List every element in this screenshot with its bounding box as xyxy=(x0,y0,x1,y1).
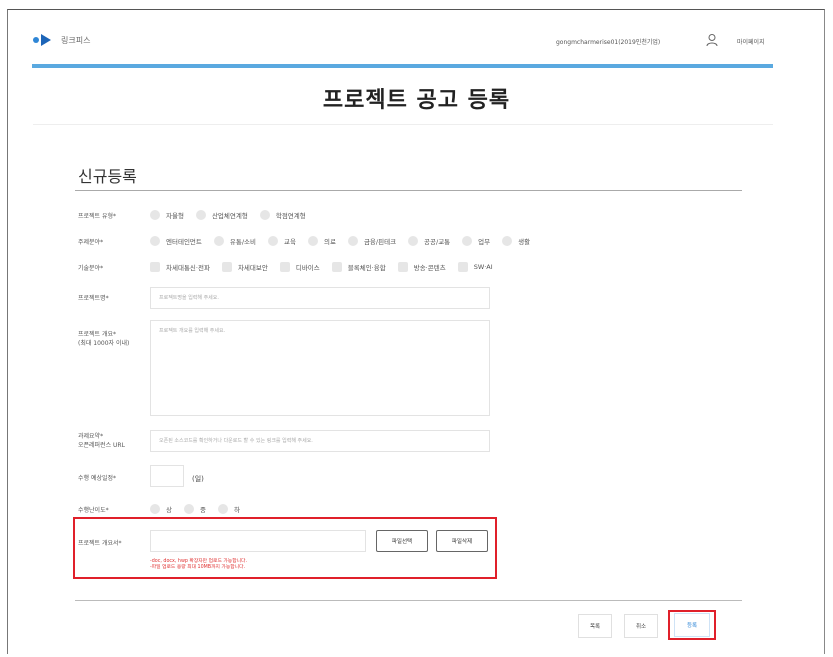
radio-icon[interactable] xyxy=(259,210,270,220)
theme-option[interactable]: 교육 xyxy=(268,236,296,246)
tech-option[interactable]: SW·AI xyxy=(457,262,493,272)
radio-icon[interactable] xyxy=(183,504,194,514)
difficulty-radio-group: 상 중 하 xyxy=(150,504,252,514)
footer-divider xyxy=(75,600,742,601)
theme-option[interactable]: 업무 xyxy=(462,236,490,246)
ref-url-input[interactable]: 오픈된 소스코드를 확인하거나 다운로드 할 수 있는 링크를 입력해 주세요. xyxy=(150,430,490,452)
submit-button-label: 등록 xyxy=(674,613,710,637)
section-title: 신규등록 xyxy=(78,167,137,186)
ref-url-label: 과제요약* 오픈레퍼런스 URL xyxy=(78,433,125,449)
radio-icon[interactable] xyxy=(195,210,206,220)
list-button[interactable]: 목록 xyxy=(578,614,612,638)
theme-option[interactable]: 금융/핀테크 xyxy=(347,236,396,246)
project-type-radio-group: 자율형 산업체연계형 학점연계형 xyxy=(150,210,318,220)
logo-icon xyxy=(33,33,55,47)
radio-icon[interactable] xyxy=(217,504,228,514)
radio-icon[interactable] xyxy=(408,236,419,246)
file-delete-button[interactable]: 파일삭제 xyxy=(436,530,488,552)
file-select-button[interactable]: 파일선택 xyxy=(376,530,428,552)
duration-unit: (일) xyxy=(192,475,204,483)
theme-option[interactable]: 유통/소비 xyxy=(213,236,256,246)
tech-option[interactable]: 블록체인·융합 xyxy=(331,262,386,272)
difficulty-option[interactable]: 상 xyxy=(150,504,172,514)
project-type-option[interactable]: 자율형 xyxy=(150,210,184,220)
submit-button[interactable]: 등록 xyxy=(668,610,716,640)
user-icon[interactable] xyxy=(705,33,719,47)
attachment-filename-field xyxy=(150,530,366,552)
project-type-option[interactable]: 학점연계형 xyxy=(259,210,306,220)
theme-radio-group: 엔터테인먼트 유통/소비 교육 의료 금융/핀테크 공공/교통 업무 생활 xyxy=(150,236,542,246)
theme-option[interactable]: 공공/교통 xyxy=(408,236,450,246)
mypage-link[interactable]: 마이페이지 xyxy=(737,37,765,46)
tech-checkbox-group: 차세대통신·전파 차세대보안 디바이스 블록체인·융합 방송·콘텐츠 SW·AI xyxy=(150,262,505,272)
radio-icon[interactable] xyxy=(268,236,279,246)
project-name-label: 프로젝트명* xyxy=(78,295,109,302)
tech-option[interactable]: 방송·콘텐츠 xyxy=(397,262,446,272)
radio-icon[interactable] xyxy=(307,236,318,246)
section-divider xyxy=(75,190,742,191)
theme-option[interactable]: 의료 xyxy=(307,236,336,246)
difficulty-option[interactable]: 중 xyxy=(183,504,206,514)
checkbox-icon[interactable] xyxy=(331,262,342,272)
theme-label: 주제분야* xyxy=(78,239,104,246)
difficulty-label: 수행난이도* xyxy=(78,507,109,514)
radio-icon[interactable] xyxy=(150,504,160,514)
checkbox-icon[interactable] xyxy=(457,262,468,272)
tech-option[interactable]: 차세대통신·전파 xyxy=(150,262,210,272)
project-type-option[interactable]: 산업체연계형 xyxy=(195,210,248,220)
overview-textarea[interactable]: 프로젝트 개요를 입력해 주세요. xyxy=(150,320,490,416)
user-info-text: gongmcharmerise01(2019인천기업) xyxy=(556,39,661,46)
radio-icon[interactable] xyxy=(150,210,160,220)
logo-text: 링크피스 xyxy=(61,35,91,45)
attachment-warning: -doc, docx, hwp 확장자만 업로드 가능합니다. -파일 업로드 … xyxy=(150,559,247,570)
attachment-label: 프로젝트 개요서* xyxy=(78,540,122,547)
tech-option[interactable]: 차세대보안 xyxy=(221,262,268,272)
page-title: 프로젝트 공고 등록 xyxy=(322,88,511,113)
project-name-input[interactable]: 프로젝트명을 입력해 주세요. xyxy=(150,287,490,309)
header-divider xyxy=(32,64,773,68)
radio-icon[interactable] xyxy=(502,236,513,246)
duration-input[interactable] xyxy=(150,465,184,487)
difficulty-option[interactable]: 하 xyxy=(217,504,240,514)
radio-icon[interactable] xyxy=(462,236,473,246)
duration-label: 수행 예상일정* xyxy=(78,475,117,482)
radio-icon[interactable] xyxy=(213,236,224,246)
site-logo[interactable]: 링크피스 xyxy=(33,33,90,47)
project-type-label: 프로젝트 유형* xyxy=(78,213,117,220)
radio-icon[interactable] xyxy=(347,236,358,246)
cancel-button[interactable]: 취소 xyxy=(624,614,658,638)
theme-option[interactable]: 엔터테인먼트 xyxy=(150,236,202,246)
checkbox-icon[interactable] xyxy=(279,262,290,272)
checkbox-icon[interactable] xyxy=(221,262,232,272)
tech-option[interactable]: 디바이스 xyxy=(279,262,320,272)
radio-icon[interactable] xyxy=(150,236,160,246)
checkbox-icon[interactable] xyxy=(150,262,160,272)
title-divider xyxy=(33,124,773,125)
tech-label: 기술분야* xyxy=(78,265,104,272)
checkbox-icon[interactable] xyxy=(397,262,408,272)
theme-option[interactable]: 생활 xyxy=(502,236,530,246)
overview-label: 프로젝트 개요* (최대 1000자 이내) xyxy=(78,331,130,347)
